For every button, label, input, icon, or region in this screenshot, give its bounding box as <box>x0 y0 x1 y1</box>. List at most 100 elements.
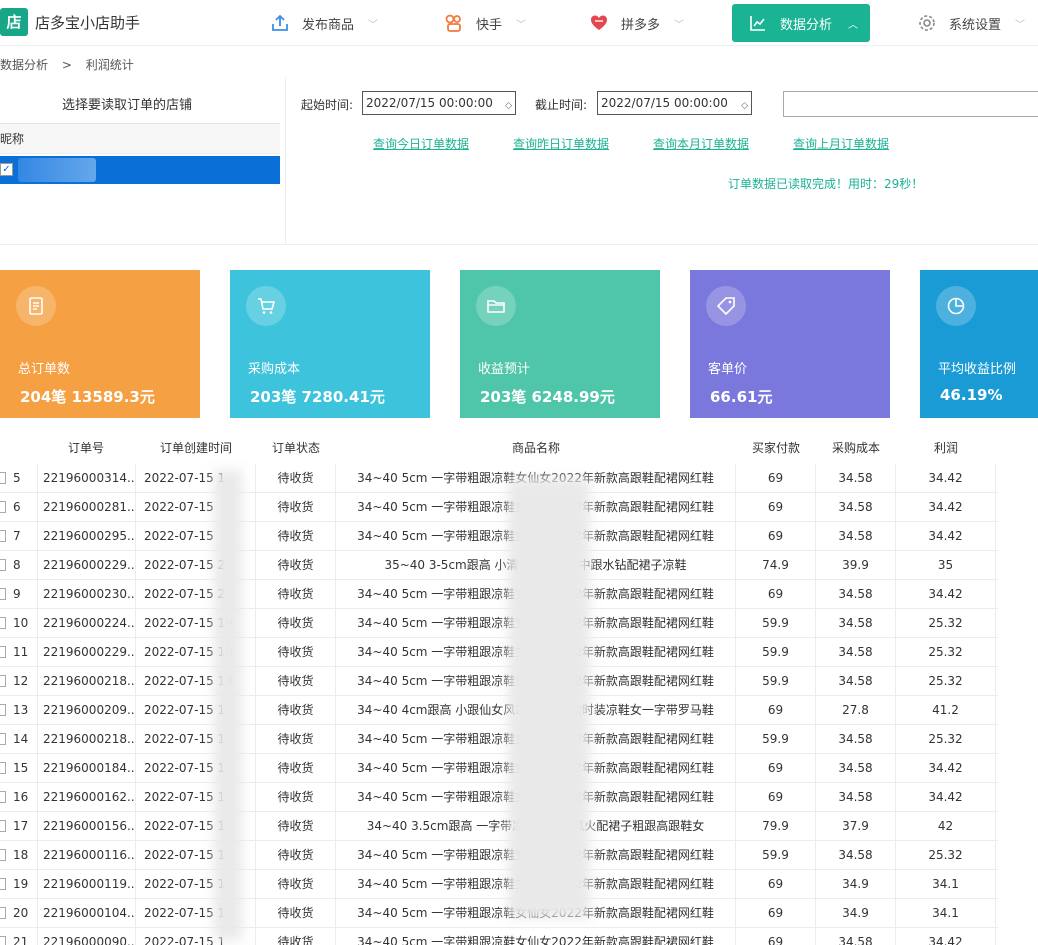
profit-cell: 25.32 <box>896 725 996 754</box>
nav-settings[interactable]: 系统设置 ﹀ <box>917 0 1025 46</box>
status-cell: 待收货 <box>256 725 336 754</box>
table-row[interactable]: 12 22196000218... 2022-07-15 19 待收货 34~40 5c… <box>0 667 998 696</box>
spinner-icon[interactable]: ◇ <box>505 95 512 117</box>
table-row[interactable]: 16 22196000162... 2022-07-15 1 待收货 34~40 5cm… <box>0 783 998 812</box>
table-row[interactable]: 14 22196000218... 2022-07-15 1 待收货 34~40 5cm… <box>0 725 998 754</box>
col-header-purchase-cost[interactable]: 采购成本 <box>832 432 880 464</box>
purchase-cost-cell: 34.58 <box>816 783 896 812</box>
shop-row-selected[interactable]: ✓ <box>0 156 280 184</box>
row-index: 9 <box>0 580 38 609</box>
table-row[interactable]: 18 22196000116... 2022-07-15 1 待收货 34~40 5cm… <box>0 841 998 870</box>
purchase-cost-cell: 34.9 <box>816 870 896 899</box>
query-this-month-link[interactable]: 查询本月订单数据 <box>653 135 749 152</box>
chevron-down-icon: ﹀ <box>1015 19 1026 31</box>
order-id-cell: 22196000281... <box>38 493 136 522</box>
shop-checkbox[interactable]: ✓ <box>0 163 13 176</box>
start-time-label: 起始时间: <box>301 98 354 112</box>
nav-kuaishou[interactable]: 快手 ﹀ <box>444 0 526 46</box>
table-row[interactable]: 11 22196000229... 2022-07-15 19 待收货 34~40 5c… <box>0 638 998 667</box>
end-time-input[interactable]: 2022/07/15 00:00:00 ◇ <box>597 91 752 115</box>
col-header-status[interactable]: 订单状态 <box>272 432 320 464</box>
buyer-paid-cell: 59.9 <box>736 667 816 696</box>
nav-kuaishou-label: 快手 <box>476 17 503 33</box>
nav-pinduoduo-label: 拼多多 <box>621 17 661 33</box>
col-header-profit[interactable]: 利润 <box>934 432 958 464</box>
card-label: 总订单数 <box>18 362 71 377</box>
redaction-blur <box>508 478 590 918</box>
profit-cell: 34.1 <box>896 870 996 899</box>
table-row[interactable]: 17 22196000156... 2022-07-15 1 待收货 34~40 3.5… <box>0 812 998 841</box>
purchase-cost-cell: 34.58 <box>816 841 896 870</box>
order-id-cell: 22196000224... <box>38 609 136 638</box>
table-row[interactable]: 622196000281...2022-07-15待收货34~40 5cm 一字… <box>0 493 998 522</box>
card-value: 203笔 6248.99元 <box>480 388 615 406</box>
start-time-input[interactable]: 2022/07/15 00:00:00 ◇ <box>362 91 516 115</box>
product-name-cell: 34~40 5cm 一字带粗跟凉鞋女仙女2022年新款高跟鞋配裙网红鞋 <box>336 928 736 945</box>
extra-input[interactable] <box>783 91 1038 117</box>
gear-icon <box>917 13 937 33</box>
profit-cell: 34.42 <box>896 464 996 493</box>
breadcrumb-item-current: 利润统计 <box>85 58 134 72</box>
buyer-paid-cell: 69 <box>736 464 816 493</box>
nav-pinduoduo[interactable]: 拼多多 ﹀ <box>589 0 684 46</box>
col-header-created-time[interactable]: 订单创建时间 <box>160 432 232 464</box>
purchase-cost-cell: 34.58 <box>816 580 896 609</box>
status-cell: 待收货 <box>256 522 336 551</box>
profit-cell: 25.32 <box>896 638 996 667</box>
chevron-down-icon: ﹀ <box>368 19 379 31</box>
row-index: 15 <box>0 754 38 783</box>
order-id-cell: 22196000209... <box>38 696 136 725</box>
shop-panel: 选择要读取订单的店铺 昵称 ✓ <box>0 78 286 244</box>
row-index: 13 <box>0 696 38 725</box>
end-time-label: 截止时间: <box>535 98 588 112</box>
buyer-paid-cell: 69 <box>736 493 816 522</box>
table-row[interactable]: 9 22196000230... 2022-07-15 2 待收货 34~40 5cm … <box>0 580 998 609</box>
buyer-paid-cell: 79.9 <box>736 812 816 841</box>
table-row[interactable]: 21 22196000090... 2022-07-15 1 待收货 34~40 5cm… <box>0 928 998 945</box>
nav-data-analysis[interactable]: 数据分析 ︿ <box>732 4 870 42</box>
col-header-product-name[interactable]: 商品名称 <box>512 432 560 464</box>
purchase-cost-cell: 37.9 <box>816 812 896 841</box>
pinduoduo-icon <box>589 13 609 33</box>
document-icon <box>16 286 56 326</box>
order-id-cell: 22196000230... <box>38 580 136 609</box>
nav-data-analysis-label: 数据分析 <box>780 17 833 33</box>
folder-icon <box>476 286 516 326</box>
order-id-cell: 22196000218... <box>38 667 136 696</box>
card-estimated-profit: 收益预计 203笔 6248.99元 <box>460 270 660 418</box>
row-index: 11 <box>0 638 38 667</box>
chevron-up-icon: ︿ <box>848 19 859 31</box>
profit-cell: 25.32 <box>896 609 996 638</box>
breadcrumb-item[interactable]: 数据分析 <box>0 58 48 72</box>
table-row[interactable]: 19 22196000119... 2022-07-15 1 待收货 34~40 5cm… <box>0 870 998 899</box>
table-row[interactable]: 13 22196000209... 2022-07-15 1 待收货 34~40 4cm… <box>0 696 998 725</box>
purchase-cost-cell: 34.58 <box>816 522 896 551</box>
purchase-cost-cell: 34.58 <box>816 609 896 638</box>
card-purchase-cost: 采购成本 203笔 7280.41元 <box>230 270 430 418</box>
buyer-paid-cell: 69 <box>736 580 816 609</box>
status-cell: 待收货 <box>256 580 336 609</box>
status-cell: 待收货 <box>256 638 336 667</box>
query-last-month-link[interactable]: 查询上月订单数据 <box>793 135 889 152</box>
chart-icon <box>748 13 768 33</box>
table-row[interactable]: 8 22196000229... 2022-07-15 2 待收货 35~40 3-5c… <box>0 551 998 580</box>
card-value: 203笔 7280.41元 <box>250 388 385 406</box>
status-cell: 待收货 <box>256 783 336 812</box>
query-yesterday-link[interactable]: 查询昨日订单数据 <box>513 135 609 152</box>
query-today-link[interactable]: 查询今日订单数据 <box>373 135 469 152</box>
status-cell: 待收货 <box>256 609 336 638</box>
spinner-icon[interactable]: ◇ <box>741 95 748 117</box>
app-logo: 店 <box>0 8 28 36</box>
col-header-order-id[interactable]: 订单号 <box>68 432 104 464</box>
order-id-cell: 22196000184... <box>38 754 136 783</box>
col-header-buyer-paid[interactable]: 买家付款 <box>752 432 800 464</box>
table-row[interactable]: 20 22196000104... 2022-07-15 1 待收货 34~40 5cm… <box>0 899 998 928</box>
nav-publish[interactable]: 发布商品 ﹀ <box>270 0 378 46</box>
chevron-down-icon: ﹀ <box>516 19 527 31</box>
purchase-cost-cell: 39.9 <box>816 551 896 580</box>
table-row[interactable]: 5 22196000314... 2022-07-15 1 待收货 34~40 5cm … <box>0 464 998 493</box>
table-row[interactable]: 722196000295...2022-07-15待收货34~40 5cm 一字… <box>0 522 998 551</box>
table-row[interactable]: 10 22196000224... 2022-07-15 19 待收货 34~40 5c… <box>0 609 998 638</box>
purchase-cost-cell: 34.58 <box>816 725 896 754</box>
table-row[interactable]: 15 22196000184... 2022-07-15 1 待收货 34~40 5cm… <box>0 754 998 783</box>
